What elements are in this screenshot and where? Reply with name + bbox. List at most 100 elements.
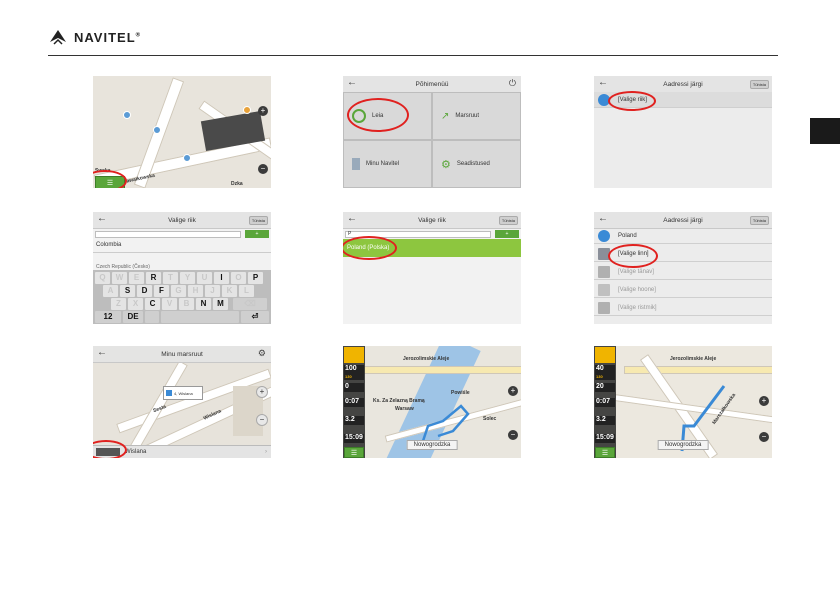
list-item[interactable]: Colombia: [96, 242, 121, 248]
zoom-out-button[interactable]: −: [258, 164, 268, 174]
key-space[interactable]: [161, 311, 239, 323]
back-arrow-icon[interactable]: ←: [598, 214, 608, 224]
zoom-in-button[interactable]: +: [759, 396, 769, 406]
zoom-out-button[interactable]: −: [508, 430, 518, 440]
list-item[interactable]: [Valige riik]: [594, 92, 772, 108]
header-divider: [48, 55, 778, 56]
chevron-right-icon: ›: [265, 449, 267, 455]
zoom-out-button[interactable]: −: [759, 432, 769, 442]
list-item-intersection[interactable]: [Valige ristmik]: [594, 300, 772, 316]
list-item-street[interactable]: [Valige tänav]: [594, 264, 772, 280]
key-e[interactable]: E: [129, 272, 144, 284]
list-item-city[interactable]: [Valige linn]: [594, 246, 772, 262]
screenshot-address-select-city: ← Aadressi järgi Tühista Poland [Valige li…: [594, 212, 772, 324]
key-k[interactable]: K: [222, 285, 237, 297]
settings-icon[interactable]: ⚙: [258, 348, 266, 359]
cancel-button[interactable]: Tühista: [498, 216, 518, 225]
back-arrow-icon[interactable]: ←: [97, 214, 107, 224]
map-label: Solec: [483, 416, 497, 422]
key-h[interactable]: H: [188, 285, 203, 297]
key-x[interactable]: X: [128, 298, 143, 310]
route-popup[interactable]: 4, Wislana: [163, 386, 203, 400]
screenshot-country-result: ← Valige riik Tühista P + Poland (Polska): [343, 212, 521, 324]
globe-icon: [598, 230, 610, 242]
key-q[interactable]: Q: [95, 272, 110, 284]
key-language[interactable]: DE: [123, 311, 143, 323]
zoom-in-button[interactable]: +: [258, 106, 268, 116]
list-item-country[interactable]: Poland: [594, 228, 772, 244]
search-input[interactable]: P: [345, 231, 491, 238]
poi-pin[interactable]: [153, 126, 161, 134]
route-options-button[interactable]: [96, 448, 120, 456]
turn-arrow-icon: [595, 347, 615, 363]
menu-tile-label: Leia: [372, 113, 384, 119]
key-w[interactable]: W: [112, 272, 127, 284]
screen-title: Aadressi järgi: [663, 216, 703, 224]
speed-readout: 40: [595, 365, 615, 374]
screenshot-my-route: Sesta Wislana 4, Wislana + − ← Minu marsr…: [93, 346, 271, 458]
key-r[interactable]: R: [146, 272, 161, 284]
list-item-building[interactable]: [Valige hoone]: [594, 282, 772, 298]
key-j[interactable]: J: [205, 285, 220, 297]
screenshot-navigation-3d: Jerozolimskie Aleje Marszałkowska 40 130…: [594, 346, 772, 458]
key-u[interactable]: U: [197, 272, 212, 284]
menu-tile-label: Seadistused: [456, 161, 490, 167]
key-a[interactable]: A: [103, 285, 118, 297]
back-arrow-icon[interactable]: ←: [347, 78, 357, 88]
key-p[interactable]: P: [248, 272, 263, 284]
menu-button[interactable]: ☰: [344, 447, 364, 458]
menu-button[interactable]: ☰: [595, 447, 615, 458]
route-icon: ↗: [441, 110, 450, 122]
key-b[interactable]: B: [179, 298, 194, 310]
poi-pin[interactable]: [183, 154, 191, 162]
menu-tile-my-navitel[interactable]: Minu Navitel: [343, 140, 432, 188]
screenshot-country-keyboard: ← Valige riik Tühista + Colombia Czech Rep…: [93, 212, 271, 324]
search-input[interactable]: [95, 231, 241, 238]
menu-button[interactable]: ☰: [95, 176, 125, 188]
current-street: Nowogrodzka: [406, 440, 458, 450]
cancel-button[interactable]: Tühista: [749, 80, 769, 89]
key-enter[interactable]: ⏎: [241, 311, 269, 323]
key-n[interactable]: N: [196, 298, 211, 310]
cancel-button[interactable]: Tühista: [248, 216, 268, 225]
remaining-distance: 3.2: [595, 416, 615, 425]
key-v[interactable]: V: [162, 298, 177, 310]
key-g[interactable]: G: [171, 285, 186, 297]
list-item-label: Poland: [618, 232, 637, 239]
cancel-button[interactable]: Tühista: [749, 216, 769, 225]
key-d[interactable]: D: [137, 285, 152, 297]
key-y[interactable]: Y: [180, 272, 195, 284]
screen-title: Valige riik: [418, 216, 446, 224]
add-button[interactable]: +: [245, 230, 269, 238]
key-l[interactable]: L: [239, 285, 254, 297]
zoom-in-button[interactable]: +: [508, 386, 518, 396]
search-result[interactable]: Poland (Polska): [343, 239, 521, 257]
poi-pin[interactable]: [243, 106, 251, 114]
key-z[interactable]: Z: [111, 298, 126, 310]
zoom-in-button[interactable]: +: [256, 386, 268, 398]
back-arrow-icon[interactable]: ←: [347, 214, 357, 224]
zoom-out-button[interactable]: −: [256, 414, 268, 426]
key-blank[interactable]: [145, 311, 159, 323]
key-t[interactable]: T: [163, 272, 178, 284]
back-arrow-icon[interactable]: ←: [97, 348, 107, 358]
power-icon[interactable]: ⏻: [509, 78, 516, 89]
key-m[interactable]: M: [213, 298, 228, 310]
key-o[interactable]: O: [231, 272, 246, 284]
menu-tile-find[interactable]: Leia: [343, 92, 432, 140]
key-numbers[interactable]: 12: [95, 311, 121, 323]
back-arrow-icon[interactable]: ←: [598, 78, 608, 88]
key-backspace[interactable]: ⌫: [233, 298, 267, 310]
add-button[interactable]: +: [495, 230, 519, 238]
key-i[interactable]: I: [214, 272, 229, 284]
key-f[interactable]: F: [154, 285, 169, 297]
screenshot-main-menu: ← Põhimenüü ⏻ Leia ↗ Marsruut Minu Navitel…: [343, 76, 521, 188]
key-s[interactable]: S: [120, 285, 135, 297]
key-c[interactable]: C: [145, 298, 160, 310]
distance-readout: 20: [595, 383, 615, 392]
poi-pin[interactable]: [123, 111, 131, 119]
list-item-label: [Valige hoone]: [618, 286, 656, 293]
turn-arrow-icon: [344, 347, 364, 363]
menu-tile-settings[interactable]: ⚙ Seadistused: [432, 140, 521, 188]
menu-tile-route[interactable]: ↗ Marsruut: [432, 92, 521, 140]
